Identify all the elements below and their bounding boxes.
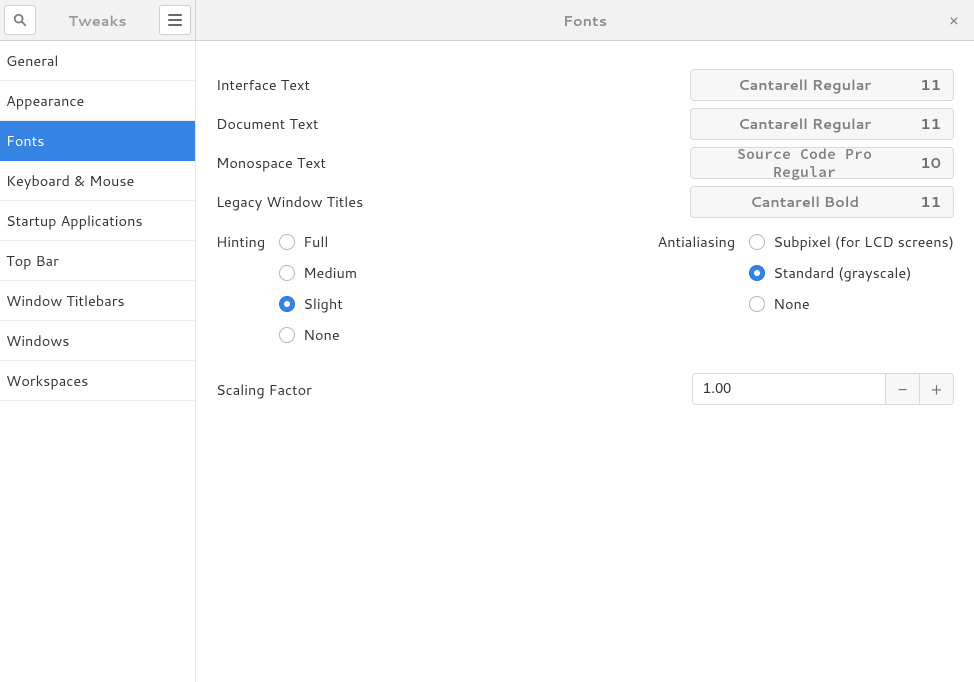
font-size: 11: [920, 191, 941, 212]
font-size: 11: [920, 113, 941, 134]
font-name: Cantarell Bold: [703, 191, 906, 212]
radio-icon: [279, 296, 295, 312]
radio-icon: [279, 265, 295, 281]
search-icon: [13, 13, 27, 27]
sidebar-item-label: Fonts: [6, 130, 44, 151]
document-font-button[interactable]: Cantarell Regular 11: [690, 108, 954, 140]
sidebar-item-top-bar[interactable]: Top Bar: [0, 241, 195, 281]
scaling-minus-button[interactable]: −: [885, 374, 919, 404]
sidebar-item-label: Windows: [6, 330, 69, 351]
radio-label: Medium: [303, 262, 357, 283]
sidebar-item-label: Appearance: [6, 90, 84, 111]
menu-button[interactable]: [159, 5, 191, 35]
sidebar-item-startup-applications[interactable]: Startup Applications: [0, 201, 195, 241]
hinting-label: Hinting: [216, 227, 265, 345]
legacy-titles-label: Legacy Window Titles: [216, 191, 363, 212]
antialiasing-label: Antialiasing: [657, 227, 735, 345]
interface-text-label: Interface Text: [216, 74, 310, 95]
radio-label: Full: [303, 231, 328, 252]
font-name: Source Code Pro Regular: [703, 145, 906, 181]
radio-label: Standard (grayscale): [773, 262, 911, 283]
radio-label: None: [773, 293, 809, 314]
scaling-factor-label: Scaling Factor: [216, 379, 312, 400]
document-text-label: Document Text: [216, 113, 319, 134]
sidebar-item-keyboard-mouse[interactable]: Keyboard & Mouse: [0, 161, 195, 201]
radio-label: Slight: [303, 293, 343, 314]
hinting-option-medium[interactable]: Medium: [279, 262, 357, 283]
radio-icon: [279, 327, 295, 343]
antialiasing-option-standard-grayscale[interactable]: Standard (grayscale): [749, 262, 954, 283]
hinting-radios: Full Medium Slight None: [279, 227, 357, 345]
sidebar-item-label: Window Titlebars: [6, 290, 125, 311]
legacy-font-button[interactable]: Cantarell Bold 11: [690, 186, 954, 218]
sidebar-item-label: General: [6, 50, 58, 71]
radio-label: None: [303, 324, 339, 345]
close-icon: ×: [949, 9, 959, 32]
font-size: 11: [920, 74, 941, 95]
sidebar-item-general[interactable]: General: [0, 41, 195, 81]
monospace-font-button[interactable]: Source Code Pro Regular 10: [690, 147, 954, 179]
search-button[interactable]: [4, 5, 36, 35]
font-size: 10: [920, 152, 941, 173]
antialiasing-option-none[interactable]: None: [749, 293, 954, 314]
antialiasing-option-subpixel-for-lcd-screens[interactable]: Subpixel (for LCD screens): [749, 231, 954, 252]
sidebar-item-windows[interactable]: Windows: [0, 321, 195, 361]
hamburger-icon: [168, 14, 182, 26]
monospace-text-label: Monospace Text: [216, 152, 326, 173]
close-button[interactable]: ×: [940, 6, 968, 34]
radio-label: Subpixel (for LCD screens): [773, 231, 954, 252]
sidebar-item-label: Keyboard & Mouse: [6, 170, 134, 191]
sidebar-item-workspaces[interactable]: Workspaces: [0, 361, 195, 401]
scaling-input[interactable]: [693, 374, 885, 404]
sidebar: General Appearance Fonts Keyboard & Mouse St…: [0, 41, 196, 682]
content-pane: Interface Text Cantarell Regular 11 Docu…: [196, 41, 974, 682]
hinting-option-full[interactable]: Full: [279, 231, 357, 252]
sidebar-item-fonts[interactable]: Fonts: [0, 121, 195, 161]
sidebar-item-label: Startup Applications: [6, 210, 143, 231]
radio-icon: [279, 234, 295, 250]
interface-font-button[interactable]: Cantarell Regular 11: [690, 69, 954, 101]
page-title: Fonts: [196, 10, 974, 31]
radio-icon: [749, 265, 765, 281]
sidebar-item-window-titlebars[interactable]: Window Titlebars: [0, 281, 195, 321]
radio-icon: [749, 296, 765, 312]
font-name: Cantarell Regular: [703, 74, 906, 95]
sidebar-item-appearance[interactable]: Appearance: [0, 81, 195, 121]
antialiasing-radios: Subpixel (for LCD screens) Standard (gray…: [749, 227, 954, 345]
sidebar-item-label: Top Bar: [6, 250, 59, 271]
font-name: Cantarell Regular: [703, 113, 906, 134]
scaling-spinbutton: − +: [692, 373, 954, 405]
sidebar-item-label: Workspaces: [6, 370, 88, 391]
radio-icon: [749, 234, 765, 250]
scaling-plus-button[interactable]: +: [919, 374, 953, 404]
hinting-option-none[interactable]: None: [279, 324, 357, 345]
hinting-option-slight[interactable]: Slight: [279, 293, 357, 314]
